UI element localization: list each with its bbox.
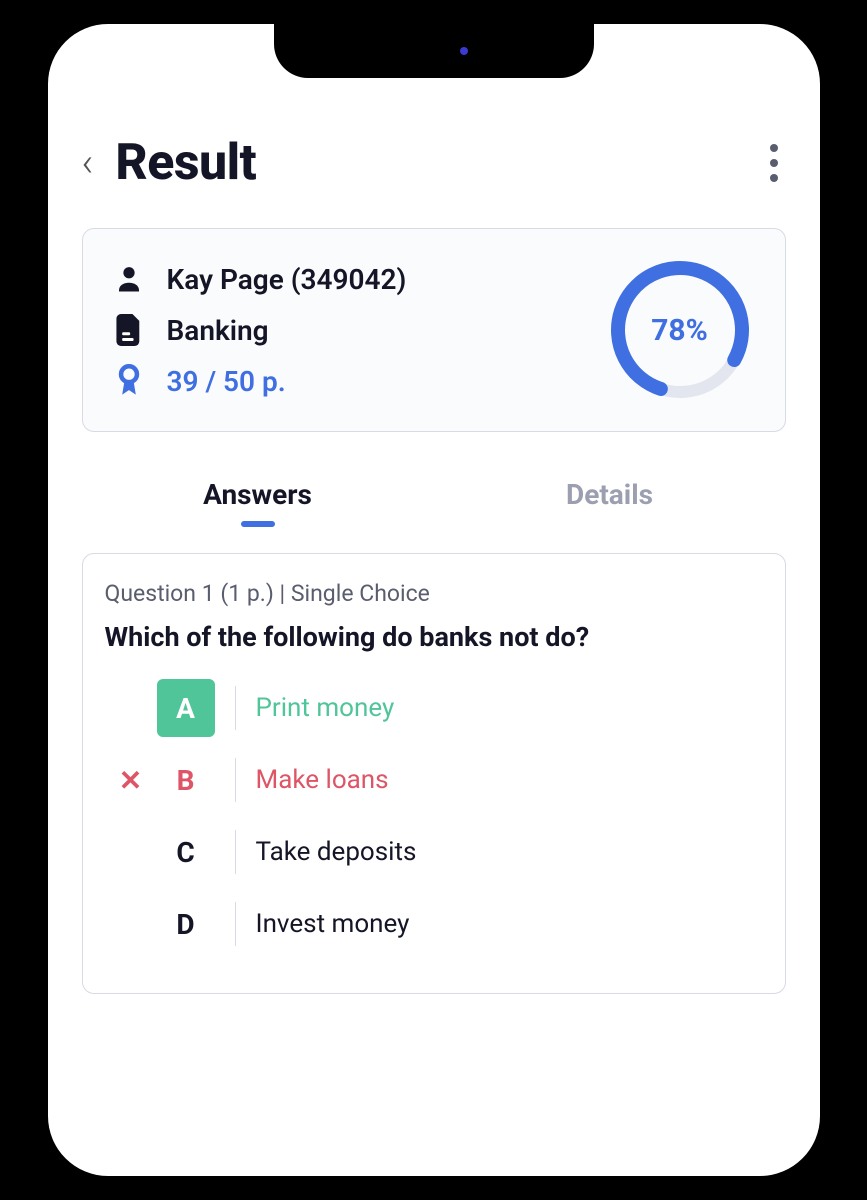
header: ‹ Result (82, 134, 786, 192)
question-text: Which of the following do banks not do? (105, 621, 763, 653)
volume-up-button (20, 310, 28, 400)
subject-label: Banking (167, 314, 269, 347)
camera-dot-icon (460, 47, 468, 55)
answer-letter: A (157, 679, 215, 737)
question-meta: Question 1 (1 p.) | Single Choice (105, 580, 763, 607)
divider (235, 758, 236, 802)
volume-down-button (20, 430, 28, 520)
document-icon (113, 314, 145, 346)
summary-card: Kay Page (349042) Banking 39 / 50 p. (82, 228, 786, 432)
divider (235, 686, 236, 730)
divider (235, 902, 236, 946)
question-card: Question 1 (1 p.) | Single Choice Which … (82, 553, 786, 994)
subject-row: Banking (113, 314, 407, 347)
answer-letter: C (157, 823, 215, 881)
phone-screen: ‹ Result Kay Page (349042) (48, 24, 820, 1176)
answer-option[interactable]: D Invest money (105, 895, 763, 953)
answer-text: Print money (256, 693, 395, 723)
answer-list: A Print money ✕B Make loans C Take deposits D I… (105, 679, 763, 953)
answer-letter: D (157, 895, 215, 953)
user-icon (113, 263, 145, 295)
page-title: Result (115, 134, 256, 192)
progress-percent: 78% (605, 255, 755, 405)
user-row: Kay Page (349042) (113, 263, 407, 296)
award-icon (113, 365, 145, 397)
menu-kebab-icon[interactable] (762, 136, 786, 190)
score-label: 39 / 50 p. (167, 365, 286, 398)
answer-text: Make loans (256, 765, 389, 795)
answer-option[interactable]: ✕B Make loans (105, 751, 763, 809)
power-button (840, 360, 848, 490)
phone-notch (274, 24, 594, 78)
tabs: Answers Details (82, 466, 786, 523)
answer-option[interactable]: A Print money (105, 679, 763, 737)
progress-ring: 78% (605, 255, 755, 405)
answer-option[interactable]: C Take deposits (105, 823, 763, 881)
answer-text: Take deposits (256, 837, 417, 867)
answer-text: Invest money (256, 909, 410, 939)
answer-letter: B (157, 751, 215, 809)
back-icon[interactable]: ‹ (82, 143, 94, 183)
tab-answers[interactable]: Answers (82, 466, 434, 523)
divider (235, 830, 236, 874)
user-label: Kay Page (349042) (167, 263, 407, 296)
phone-frame: ‹ Result Kay Page (349042) (24, 0, 844, 1200)
score-row: 39 / 50 p. (113, 365, 407, 398)
wrong-mark-icon: ✕ (105, 764, 157, 797)
tab-details[interactable]: Details (434, 466, 786, 523)
